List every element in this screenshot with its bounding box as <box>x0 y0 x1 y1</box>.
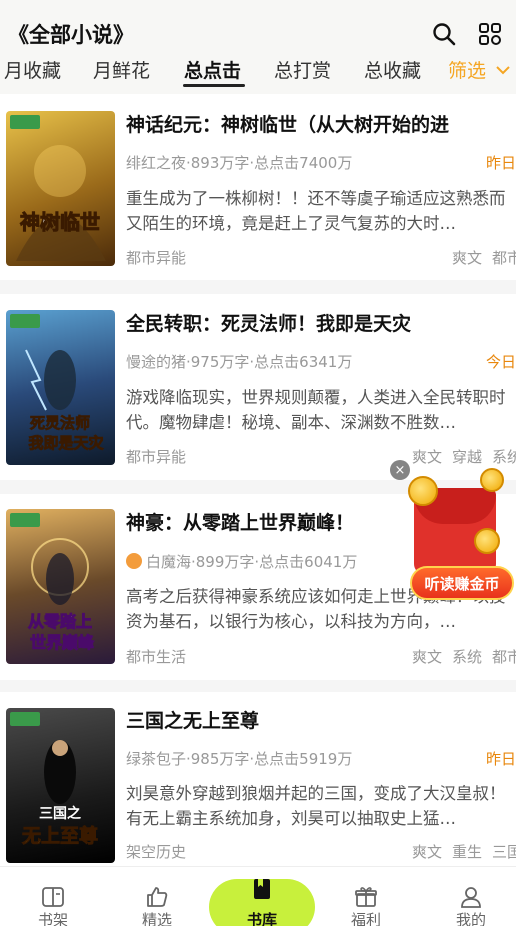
tag: 爽文 <box>451 249 482 267</box>
active-tab-indicator <box>183 84 245 87</box>
tag: 爽文 <box>411 648 442 666</box>
nav-label: 福利 <box>350 911 381 926</box>
book-meta: 绿茶包子·985万字·总点击5919万 <box>126 750 353 768</box>
update-date: 今日 <box>485 353 516 371</box>
tab-total-rewards[interactable]: 总打赏 <box>274 56 331 83</box>
book-cover[interactable]: 神树临世 <box>6 111 115 266</box>
book-title: 神话纪元：神树临世（从大树开始的进 <box>126 114 450 136</box>
listen-earn-coins-button[interactable]: 听读赚金币 <box>410 566 514 600</box>
tag: 爽文 <box>411 843 442 861</box>
book-description: 游戏降临现实，世界规则颠覆，人类进入全民转职时代。魔物肆虐！秘境、副本、深渊数不… <box>126 388 506 432</box>
svg-text:死灵法师: 死灵法师 <box>30 414 90 432</box>
tag: 都市 <box>491 648 516 666</box>
nav-welfare[interactable]: 福利 <box>326 867 406 926</box>
svg-text:无上至尊: 无上至尊 <box>22 824 98 847</box>
nav-featured[interactable]: 精选 <box>117 867 197 926</box>
book-card[interactable]: 死灵法师 我即是天灾 全民转职：死灵法师！我即是天灾 慢途的猪·975万字·总点… <box>0 294 516 480</box>
tag: 重生 <box>451 843 482 861</box>
update-date: 昨日 <box>485 750 516 768</box>
svg-text:神树临世: 神树临世 <box>20 210 100 234</box>
gift-icon <box>355 887 377 907</box>
nav-label: 我的 <box>455 911 486 926</box>
tag: 都市 <box>491 249 516 267</box>
svg-text:三国之: 三国之 <box>39 805 81 822</box>
book-title: 全民转职：死灵法师！我即是天灾 <box>126 313 412 335</box>
coin-icon <box>474 528 500 554</box>
header: 《全部小说》 月收藏 月鲜花 总点击 总打赏 总收藏 筛选 <box>0 0 516 94</box>
nav-label: 书架 <box>37 911 68 926</box>
book-genre: 架空历史 <box>126 843 187 861</box>
book-genre: 都市异能 <box>126 448 187 466</box>
book-meta: 慢途的猪·975万字·总点击6341万 <box>126 353 353 371</box>
thumbs-up-icon <box>147 887 168 907</box>
tab-total-collect[interactable]: 总收藏 <box>364 56 421 83</box>
author-level-icon <box>126 553 142 569</box>
book-card[interactable]: 神树临世 神话纪元：神树临世（从大树开始的进 绯红之夜·893万字·总点击740… <box>0 94 516 280</box>
ranking-tabs: 月收藏 月鲜花 总点击 总打赏 总收藏 筛选 <box>0 56 516 90</box>
book-tags: 爽文 重生 三国 <box>402 841 516 862</box>
book-cover[interactable]: 从零踏上 世界巅峰 <box>6 509 115 664</box>
svg-text:世界巅峰: 世界巅峰 <box>30 633 95 652</box>
book-card[interactable]: 三国之 无上至尊 三国之无上至尊 绿茶包子·985万字·总点击5919万 昨日 … <box>0 692 516 866</box>
search-icon[interactable] <box>430 20 458 48</box>
filter-button[interactable]: 筛选 <box>448 56 510 83</box>
book-description: 刘昊意外穿越到狼烟并起的三国，变成了大汉皇叔！有无上霸主系统加身，刘昊可以抽取史… <box>126 784 506 828</box>
tag: 系统 <box>451 648 482 666</box>
library-icon <box>254 879 270 899</box>
nav-library[interactable]: 书库 <box>222 867 302 926</box>
nav-label: 书库 <box>246 911 277 926</box>
nav-bookshelf[interactable]: 书架 <box>13 867 93 926</box>
book-description: 重生成为了一株柳树！！还不等虞子瑜适应这熟悉而又陌生的环境，竟是赶上了灵气复苏的… <box>126 189 506 233</box>
book-meta: 绯红之夜·893万字·总点击7400万 <box>126 154 353 172</box>
filter-label: 筛选 <box>448 60 487 82</box>
book-cover[interactable]: 三国之 无上至尊 <box>6 708 115 863</box>
chevron-down-icon <box>496 66 510 75</box>
book-cover[interactable]: 死灵法师 我即是天灾 <box>6 310 115 465</box>
book-genre: 都市异能 <box>126 249 187 267</box>
svg-text:从零踏上: 从零踏上 <box>28 612 92 631</box>
update-date: 昨日 <box>485 154 516 172</box>
close-icon[interactable]: × <box>390 460 410 480</box>
listen-reward-float[interactable]: × 听读赚金币 <box>388 458 516 608</box>
tag: 三国 <box>491 843 516 861</box>
book-meta: 白魔海·899万字·总点击6041万 <box>126 551 357 572</box>
nav-profile[interactable]: 我的 <box>431 867 511 926</box>
book-meta-text: 白魔海·899万字·总点击6041万 <box>146 553 358 571</box>
book-title: 三国之无上至尊 <box>126 710 260 732</box>
profile-icon <box>461 887 481 908</box>
tab-monthly-flowers[interactable]: 月鲜花 <box>93 56 150 83</box>
tab-monthly-collect[interactable]: 月收藏 <box>4 56 61 83</box>
book-tags: 爽文 都市 <box>442 247 516 268</box>
book-tags: 爽文 系统 都市 <box>402 646 516 667</box>
page-title: 《全部小说》 <box>8 23 134 47</box>
coin-icon <box>408 476 438 506</box>
svg-text:我即是天灾: 我即是天灾 <box>28 434 104 452</box>
bottom-navigation: 书架 精选 书库 福利 我的 <box>0 866 516 926</box>
grid-icon[interactable] <box>476 20 504 48</box>
coin-icon <box>480 468 504 492</box>
bookshelf-icon <box>42 887 64 907</box>
nav-label: 精选 <box>141 911 172 926</box>
book-genre: 都市生活 <box>126 648 187 666</box>
tab-total-clicks[interactable]: 总点击 <box>184 56 241 83</box>
